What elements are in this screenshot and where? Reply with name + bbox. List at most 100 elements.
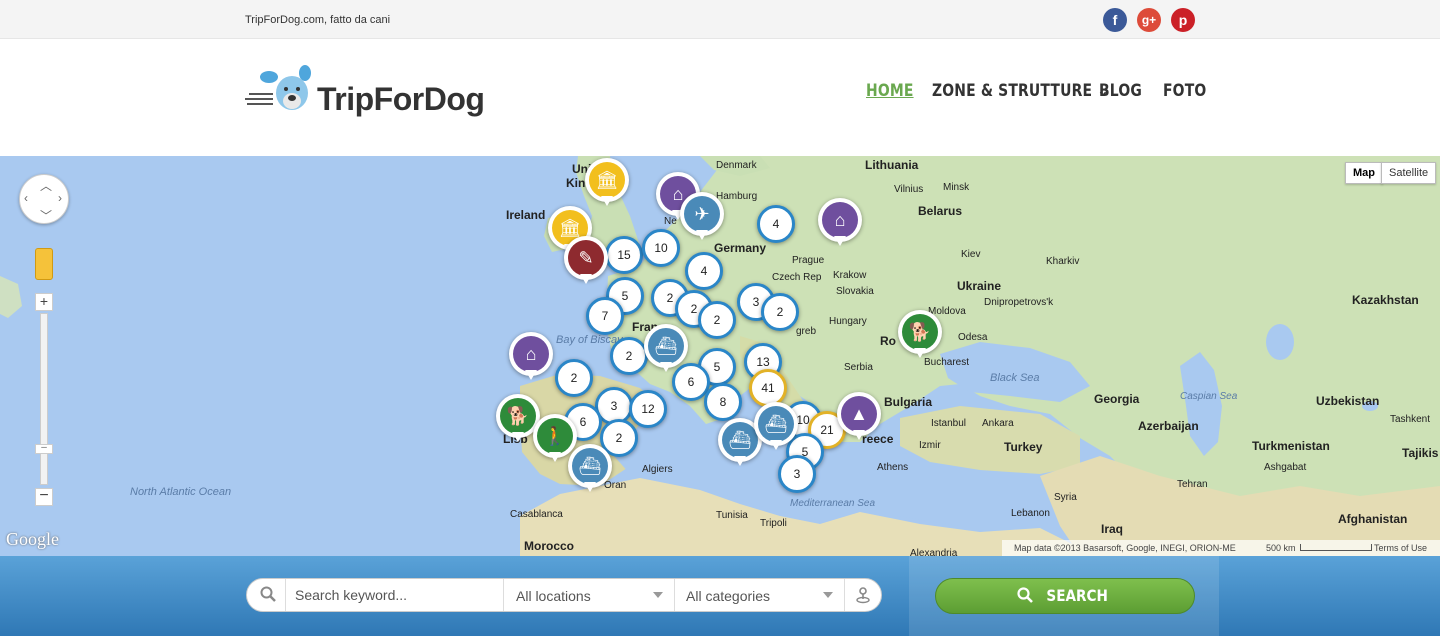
map-label: Kin (566, 176, 586, 190)
map-label: Lebanon (1011, 508, 1050, 519)
map-cluster[interactable]: 8 (704, 383, 742, 421)
pinterest-icon[interactable]: p (1171, 8, 1195, 32)
zoom-in-button[interactable]: + (35, 293, 53, 311)
search-keyword-input[interactable] (289, 579, 499, 611)
map-label: Kharkiv (1046, 256, 1080, 267)
map-label: Tehran (1177, 479, 1208, 490)
map-label: Lithuania (865, 158, 919, 172)
dog-icon: 🐕 (902, 314, 938, 350)
map-label: Serbia (844, 362, 873, 373)
document-icon: ✎ (568, 240, 604, 276)
chevron-down-icon (653, 592, 663, 598)
site-logo[interactable]: TripForDog (245, 63, 485, 119)
nav-zone-strutture-label: ZONE & STRUTTURE (932, 81, 1093, 101)
zoom-slider-handle[interactable]: – (35, 443, 53, 454)
facebook-icon[interactable]: f (1103, 8, 1127, 32)
map-pan-control[interactable]: ︿ ﹀ ‹ › (19, 174, 69, 224)
map-label: Prague (792, 255, 825, 266)
zoom-out-button[interactable]: − (35, 488, 53, 506)
sea-label: Caspian Sea (1180, 391, 1238, 402)
map-cluster[interactable]: 3 (778, 455, 816, 493)
map-cluster[interactable]: 41 (749, 369, 787, 407)
dog-walking-icon: 🚶 (537, 418, 573, 454)
map-cluster[interactable]: 7 (586, 297, 624, 335)
map-label: Ireland (506, 208, 546, 222)
map-label: Tripoli (760, 518, 787, 529)
site-header: TripForDog HOME ZONE & STRUTTURE ⌄ BLOG … (0, 39, 1440, 156)
categories-select-value: All categories (686, 588, 771, 604)
chevron-down-icon (823, 592, 833, 598)
map-label: Dnipropetrovs'k (984, 297, 1054, 308)
map-label: Czech Rep (772, 272, 822, 283)
map-label: Minsk (943, 182, 970, 193)
search-button[interactable]: SEARCH (935, 578, 1195, 614)
map-label: Iraq (1101, 522, 1124, 536)
map-label: Izmir (919, 440, 941, 451)
map-label: Ankara (982, 418, 1014, 429)
geolocate-icon[interactable] (854, 586, 872, 604)
hotel-pin[interactable]: ⌂ (818, 198, 862, 246)
map-cluster[interactable]: 12 (629, 390, 667, 428)
map-label: Kiev (961, 249, 981, 260)
search-band: All locations All categories SEARCH (0, 556, 1440, 636)
map-cluster[interactable]: 2 (610, 337, 648, 375)
map-label: Kazakhstan (1352, 293, 1419, 307)
ferry-pin[interactable]: ⛴ (754, 402, 798, 450)
search-separator (285, 579, 286, 611)
map-label: Georgia (1094, 392, 1140, 406)
dog-walking-pin[interactable]: 🚶 (533, 414, 577, 462)
map-label: Algiers (642, 464, 673, 475)
map-label: Istanbul (931, 418, 967, 429)
nav-foto[interactable]: FOTO (1163, 81, 1206, 101)
map-label: Uzbekistan (1316, 394, 1380, 408)
map-cluster[interactable]: 4 (757, 205, 795, 243)
pan-right-icon[interactable]: › (58, 191, 62, 205)
map-cluster[interactable]: 15 (605, 236, 643, 274)
map-label: Casablanca (510, 509, 563, 520)
ferry-icon: ⛴ (758, 406, 794, 442)
museum-pin[interactable]: 🏛 (585, 158, 629, 206)
map-cluster[interactable]: 2 (761, 293, 799, 331)
street-view-pegman-icon[interactable] (35, 248, 53, 280)
map-label: Denmark (716, 160, 757, 171)
map-label: Alexandria (910, 548, 958, 556)
google-plus-icon[interactable]: g+ (1137, 8, 1161, 32)
camping-pin[interactable]: ▲ (837, 392, 881, 440)
map-type-satellite-button[interactable]: Satellite (1381, 162, 1437, 184)
document-pin[interactable]: ✎ (564, 236, 608, 284)
map-label: Tunisia (716, 510, 748, 521)
map-label: Tajikis (1402, 446, 1439, 460)
map-label: Afghanistan (1338, 512, 1408, 526)
map-cluster[interactable]: 2 (698, 301, 736, 339)
map-canvas[interactable]: Lithuania Denmark Hamburg Vilnius Minsk … (0, 156, 1440, 556)
map-cluster[interactable]: 2 (555, 359, 593, 397)
map-label: greb (796, 326, 817, 337)
categories-select[interactable]: All categories (674, 579, 844, 611)
map-cluster[interactable]: 10 (642, 229, 680, 267)
ferry-pin[interactable]: ⛴ (568, 444, 612, 492)
nav-zone-strutture[interactable]: ZONE & STRUTTURE ⌄ (932, 81, 1109, 101)
nav-home[interactable]: HOME (866, 81, 914, 101)
map-label: Bulgaria (884, 395, 933, 409)
map-label: Azerbaijan (1138, 419, 1199, 433)
zoom-slider-track[interactable] (40, 313, 48, 485)
map-type-map-button[interactable]: Map (1345, 162, 1383, 184)
nav-blog[interactable]: BLOG (1099, 81, 1142, 101)
hotel-pin[interactable]: ⌂ (509, 332, 553, 380)
dog-pin[interactable]: 🐕 (898, 310, 942, 358)
map-label: Krakow (833, 270, 867, 281)
map-scale-text: 500 km (1266, 543, 1296, 553)
pan-left-icon[interactable]: ‹ (24, 191, 28, 205)
map-cluster[interactable]: 4 (685, 252, 723, 290)
pan-down-icon[interactable]: ﹀ (40, 207, 52, 224)
map-label: Athens (877, 462, 909, 473)
locations-select[interactable]: All locations (504, 579, 674, 611)
map-label: Ro (880, 334, 896, 348)
terms-of-use-link[interactable]: Terms of Use (1374, 540, 1427, 556)
pan-up-icon[interactable]: ︿ (40, 177, 52, 194)
airport-pin[interactable]: ✈ (680, 192, 724, 240)
ferry-icon: ⛴ (572, 448, 608, 484)
ferry-pin[interactable]: ⛴ (644, 324, 688, 372)
map-label: Tashkent (1390, 414, 1431, 425)
map-label: Bucharest (924, 357, 970, 368)
